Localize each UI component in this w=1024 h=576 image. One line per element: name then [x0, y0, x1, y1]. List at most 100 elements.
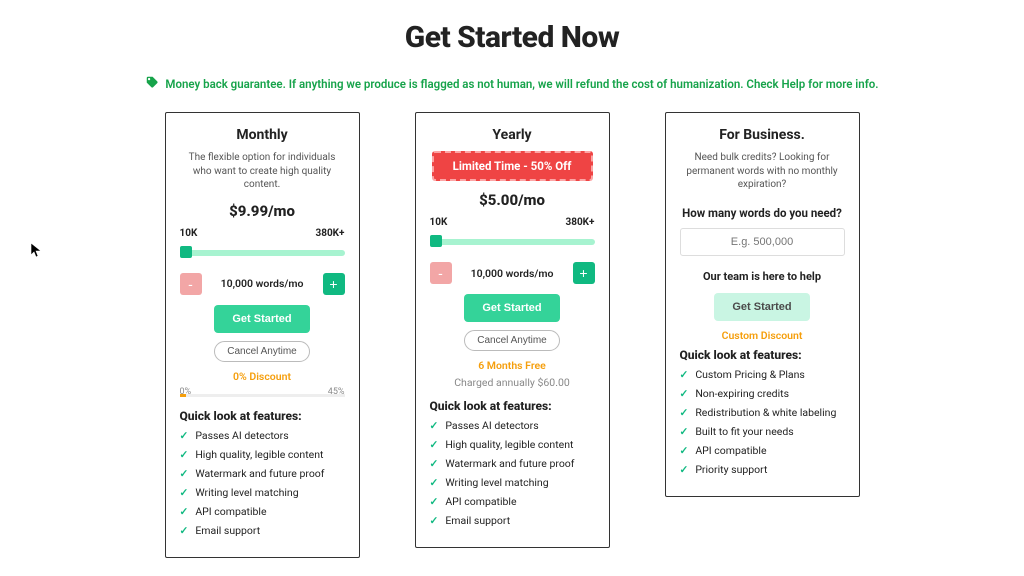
- feature-text: Watermark and future proof: [445, 457, 574, 470]
- guarantee-banner: Money back guarantee. If anything we pro…: [0, 75, 1024, 92]
- check-icon: ✓: [680, 463, 689, 476]
- feature-text: Non-expiring credits: [695, 387, 789, 400]
- slider-scale: 10K 380K+: [180, 228, 345, 239]
- check-icon: ✓: [430, 495, 439, 508]
- plan-title: For Business.: [680, 127, 845, 143]
- discount-gauge: 0% 45%: [180, 387, 345, 399]
- increment-button[interactable]: +: [573, 262, 595, 284]
- slider-scale: 10K 380K+: [430, 217, 595, 228]
- feature-text: Watermark and future proof: [195, 467, 324, 480]
- feature-item: ✓ Custom Pricing & Plans: [680, 368, 845, 381]
- feature-item: ✓ Watermark and future proof: [180, 467, 345, 480]
- feature-item: ✓ API compatible: [680, 444, 845, 457]
- feature-text: API compatible: [695, 444, 766, 457]
- feature-item: ✓ Non-expiring credits: [680, 387, 845, 400]
- decrement-button[interactable]: -: [430, 262, 452, 284]
- feature-item: ✓ API compatible: [180, 505, 345, 518]
- feature-item: ✓ Watermark and future proof: [430, 457, 595, 470]
- features-heading: Quick look at features:: [430, 399, 595, 413]
- plan-card-monthly: Monthly The flexible option for individu…: [165, 112, 360, 558]
- get-started-button[interactable]: Get Started: [214, 305, 309, 333]
- check-icon: ✓: [430, 419, 439, 432]
- feature-item: ✓ API compatible: [430, 495, 595, 508]
- feature-list: ✓ Passes AI detectors ✓ High quality, legib…: [430, 419, 595, 527]
- slider-thumb[interactable]: [180, 246, 192, 258]
- feature-text: Writing level matching: [195, 486, 298, 499]
- check-icon: ✓: [180, 467, 189, 480]
- feature-text: Priority support: [695, 463, 767, 476]
- feature-text: Passes AI detectors: [445, 419, 538, 432]
- plan-title: Monthly: [180, 127, 345, 143]
- scale-max: 380K+: [565, 217, 594, 228]
- plan-card-business: For Business. Need bulk credits? Looking…: [665, 112, 860, 497]
- page-title: Get Started Now: [0, 20, 1024, 55]
- scale-min: 10K: [430, 217, 448, 228]
- decrement-button[interactable]: -: [180, 273, 202, 295]
- feature-text: Email support: [445, 514, 510, 527]
- check-icon: ✓: [180, 505, 189, 518]
- get-started-button[interactable]: Get Started: [464, 294, 559, 322]
- cancel-anytime-button[interactable]: Cancel Anytime: [464, 330, 559, 351]
- words-slider[interactable]: [430, 232, 595, 250]
- feature-item: ✓ High quality, legible content: [430, 438, 595, 451]
- promo-badge: Limited Time - 50% Off: [432, 151, 593, 181]
- feature-item: ✓ High quality, legible content: [180, 448, 345, 461]
- tag-icon: [145, 75, 159, 92]
- plan-subtitle: Need bulk credits? Looking for permanent…: [680, 151, 845, 192]
- discount-label: Custom Discount: [680, 329, 845, 342]
- increment-button[interactable]: +: [323, 273, 345, 295]
- check-icon: ✓: [680, 406, 689, 419]
- feature-text: Writing level matching: [445, 476, 548, 489]
- slider-track: [180, 250, 345, 256]
- check-icon: ✓: [680, 387, 689, 400]
- plan-price: $9.99/mo: [180, 202, 345, 220]
- check-icon: ✓: [430, 457, 439, 470]
- feature-item: ✓ Email support: [180, 524, 345, 537]
- features-heading: Quick look at features:: [680, 348, 845, 362]
- feature-item: ✓ Priority support: [680, 463, 845, 476]
- slider-thumb[interactable]: [430, 235, 442, 247]
- words-per-month: 10,000 words/mo: [471, 267, 554, 280]
- pricing-cards: Monthly The flexible option for individu…: [0, 112, 1024, 558]
- scale-max: 380K+: [315, 228, 344, 239]
- plan-card-yearly: Yearly Limited Time - 50% Off $5.00/mo 1…: [415, 112, 610, 548]
- check-icon: ✓: [180, 448, 189, 461]
- plan-subtitle: The flexible option for individuals who …: [180, 151, 345, 192]
- cancel-anytime-button[interactable]: Cancel Anytime: [214, 341, 309, 362]
- feature-text: Built to fit your needs: [695, 425, 793, 438]
- plan-title: Yearly: [430, 127, 595, 143]
- charged-annually: Charged annually $60.00: [430, 376, 595, 389]
- feature-list: ✓ Custom Pricing & Plans ✓ Non-expiring cre…: [680, 368, 845, 476]
- words-slider[interactable]: [180, 243, 345, 261]
- feature-item: ✓ Writing level matching: [180, 486, 345, 499]
- check-icon: ✓: [680, 444, 689, 457]
- check-icon: ✓: [180, 524, 189, 537]
- words-input-label: How many words do you need?: [680, 206, 845, 220]
- check-icon: ✓: [430, 438, 439, 451]
- feature-text: Email support: [195, 524, 260, 537]
- feature-item: ✓ Redistribution & white labeling: [680, 406, 845, 419]
- feature-text: API compatible: [445, 495, 516, 508]
- check-icon: ✓: [680, 368, 689, 381]
- feature-text: High quality, legible content: [195, 448, 323, 461]
- words-per-month: 10,000 words/mo: [221, 277, 304, 290]
- check-icon: ✓: [180, 486, 189, 499]
- feature-text: High quality, legible content: [445, 438, 573, 451]
- feature-list: ✓Passes AI detectors✓High quality, legib…: [180, 429, 345, 537]
- feature-text: Passes AI detectors: [195, 429, 288, 442]
- bonus-label: 6 Months Free: [430, 359, 595, 372]
- words-needed-input[interactable]: [680, 228, 845, 256]
- feature-text: Redistribution & white labeling: [695, 406, 836, 419]
- feature-text: API compatible: [195, 505, 266, 518]
- plan-price: $5.00/mo: [430, 191, 595, 209]
- feature-item: ✓Passes AI detectors: [180, 429, 345, 442]
- features-heading: Quick look at features:: [180, 409, 345, 423]
- slider-track: [430, 239, 595, 245]
- check-icon: ✓: [430, 514, 439, 527]
- feature-item: ✓ Email support: [430, 514, 595, 527]
- check-icon: ✓: [430, 476, 439, 489]
- check-icon: ✓: [680, 425, 689, 438]
- get-started-button[interactable]: Get Started: [714, 293, 809, 321]
- feature-text: Custom Pricing & Plans: [695, 368, 805, 381]
- feature-item: ✓ Passes AI detectors: [430, 419, 595, 432]
